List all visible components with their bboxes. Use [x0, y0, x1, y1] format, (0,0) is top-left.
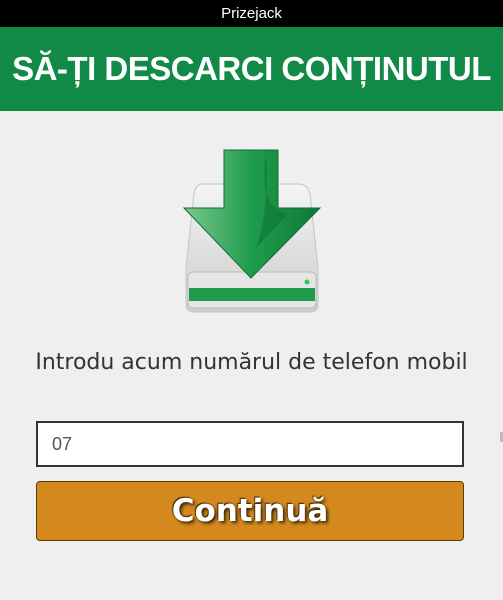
banner-title: SĂ-ȚI DESCARCI CONȚINUTUL — [12, 50, 491, 87]
download-drive-graphic — [182, 149, 322, 313]
phone-number-input[interactable] — [36, 421, 464, 467]
download-drive-icon — [180, 148, 325, 318]
site-name-bar: Prizejack — [0, 0, 503, 27]
site-name: Prizejack — [221, 5, 282, 22]
phone-prompt: Introdu acum numărul de telefon mobil — [35, 350, 468, 375]
continue-button[interactable]: Continuă — [36, 481, 464, 541]
page-banner: SĂ-ȚI DESCARCI CONȚINUTUL — [0, 27, 503, 111]
